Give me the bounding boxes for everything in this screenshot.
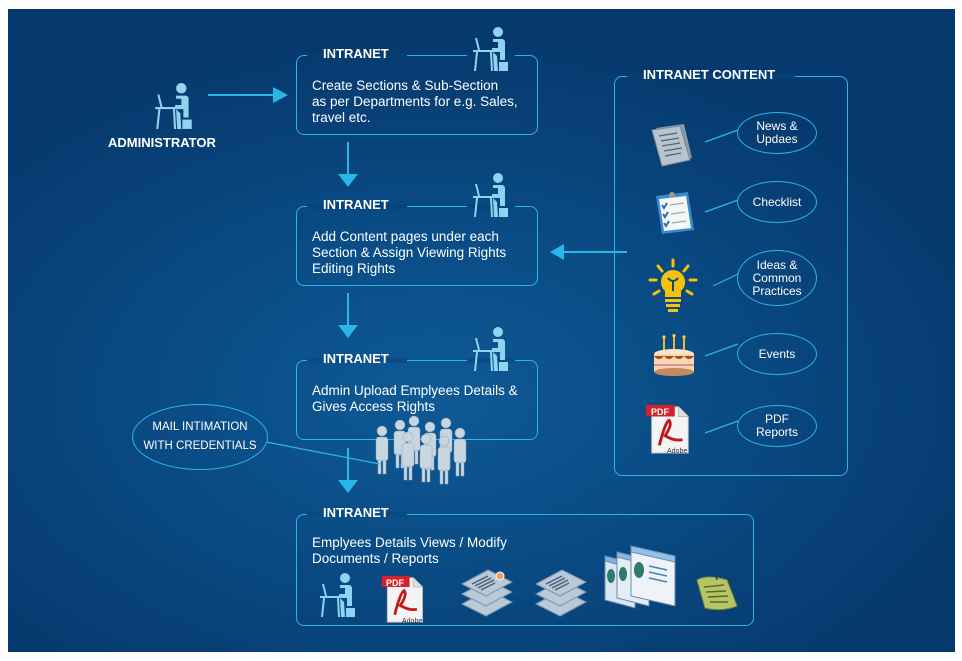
mail-intimation-note: MAIL INTIMATION WITH CREDENTIALS [132, 404, 268, 470]
step-2-description: Add Content pages under each Section & As… [312, 229, 507, 276]
arrow-admin-to-step1 [208, 87, 288, 103]
content-item-ideas-common-practices: Ideas & Common Practices [737, 250, 817, 306]
svg-text:PDF: PDF [651, 407, 670, 417]
step-2-intranet-box: INTRANET Add Content pages under each Sec… [296, 197, 538, 286]
step-4-pdf-icon: PDF Adobe [380, 574, 428, 625]
content-item-checklist: Checklist [737, 181, 817, 223]
administrator-person-at-laptop-icon [152, 82, 196, 130]
document-stack-icon [458, 566, 518, 622]
arrow-step3-to-step4 [338, 448, 358, 493]
step-3-description: Admin Upload Emplyees Details & Gives Acc… [312, 383, 518, 414]
step-2-person-at-laptop-icon [470, 172, 512, 218]
checklist-clipboard-icon [656, 192, 694, 234]
svg-text:Adobe: Adobe [402, 618, 422, 625]
lightbulb-icon [648, 258, 698, 312]
step-2-title: INTRANET [323, 197, 389, 212]
note-icon [696, 571, 738, 611]
news-documents-icon [651, 124, 692, 167]
intranet-content-title: INTRANET CONTENT [643, 67, 776, 82]
content-item-pdf-reports: PDF Reports [737, 405, 817, 447]
arrow-content-to-step2 [550, 244, 627, 260]
step-4-description: Emplyees Details Views / Modify Documents… [312, 535, 507, 566]
step-3-person-at-laptop-icon [470, 326, 512, 372]
step-4-title: INTRANET [323, 505, 389, 520]
content-pdf-icon: PDF Adobe [645, 403, 693, 455]
content-connectors [704, 129, 739, 434]
step-1-person-at-laptop-icon [470, 26, 512, 72]
step-1-title: INTRANET [323, 46, 389, 61]
mail-note-connector [265, 441, 381, 465]
step-4-person-at-laptop-icon [318, 572, 358, 618]
birthday-cake-icon [654, 334, 694, 376]
content-item-news-updates: News & Updaes [737, 112, 817, 154]
content-item-events: Events [737, 333, 817, 375]
svg-text:PDF: PDF [386, 578, 405, 588]
employees-group-icon [375, 415, 467, 485]
svg-text:Adobe: Adobe [667, 448, 687, 455]
document-stack-icon [532, 566, 592, 622]
step-4-intranet-box: INTRANET Emplyees Details Views / Modify… [296, 505, 754, 626]
web-pages-icon [604, 545, 676, 609]
step-3-title: INTRANET [323, 351, 389, 366]
administrator-label: ADMINISTRATOR [108, 135, 216, 150]
arrow-step2-to-step3 [338, 293, 358, 338]
arrow-step1-to-step2 [338, 142, 358, 187]
step-1-description: Create Sections & Sub-Section as per Depa… [312, 78, 518, 125]
